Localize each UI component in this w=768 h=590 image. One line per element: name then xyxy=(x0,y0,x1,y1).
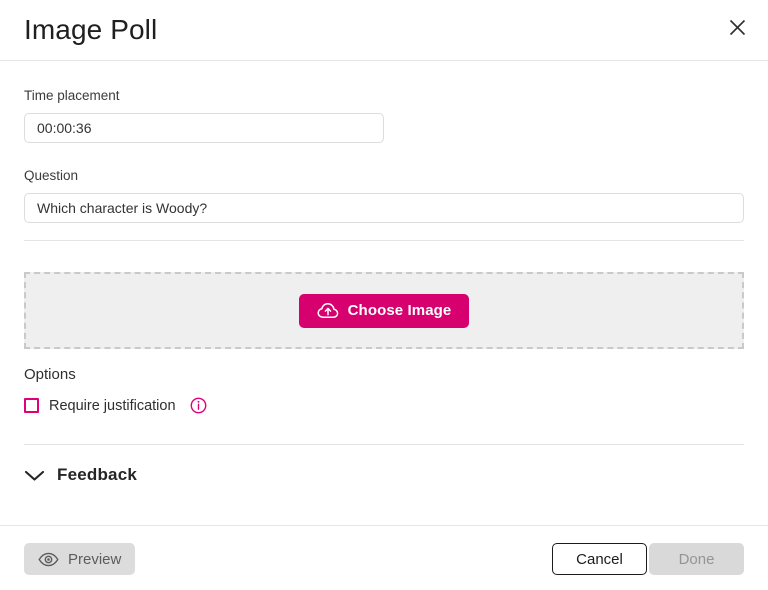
dialog-footer: Preview Cancel Done xyxy=(0,525,768,590)
choose-image-label: Choose Image xyxy=(347,302,452,319)
image-poll-dialog: Image Poll Time placement Question xyxy=(0,0,768,590)
question-input[interactable] xyxy=(24,193,744,223)
cloud-upload-icon xyxy=(317,302,339,320)
require-justification-label: Require justification xyxy=(49,397,176,414)
divider-top xyxy=(24,240,744,241)
preview-button[interactable]: Preview xyxy=(24,543,136,575)
time-placement-group: Time placement xyxy=(24,88,384,143)
chevron-down-icon xyxy=(24,469,45,482)
options-heading: Options xyxy=(24,366,76,383)
divider-bottom xyxy=(24,444,744,445)
question-label: Question xyxy=(24,168,79,183)
feedback-accordion-header[interactable]: Feedback xyxy=(24,465,137,485)
close-button[interactable] xyxy=(720,10,754,44)
image-dropzone[interactable]: Choose Image xyxy=(24,272,744,349)
done-button[interactable]: Done xyxy=(649,543,744,575)
page-title: Image Poll xyxy=(24,14,158,45)
eye-icon xyxy=(38,552,59,567)
dialog-header: Image Poll xyxy=(0,0,768,61)
time-placement-label: Time placement xyxy=(24,88,120,103)
options-section: Options Require justification xyxy=(24,366,207,414)
time-placement-input[interactable] xyxy=(24,113,384,143)
choose-image-button[interactable]: Choose Image xyxy=(298,293,470,328)
info-circle-icon[interactable] xyxy=(190,397,207,414)
feedback-label: Feedback xyxy=(57,465,138,484)
require-justification-checkbox[interactable] xyxy=(24,398,39,413)
close-icon xyxy=(729,19,746,36)
cancel-button[interactable]: Cancel xyxy=(552,543,647,575)
option-row-require-justification: Require justification xyxy=(24,397,207,414)
question-group: Question xyxy=(24,168,744,223)
dialog-body: Time placement Question Choose Image xyxy=(0,61,768,525)
preview-label: Preview xyxy=(68,550,122,568)
